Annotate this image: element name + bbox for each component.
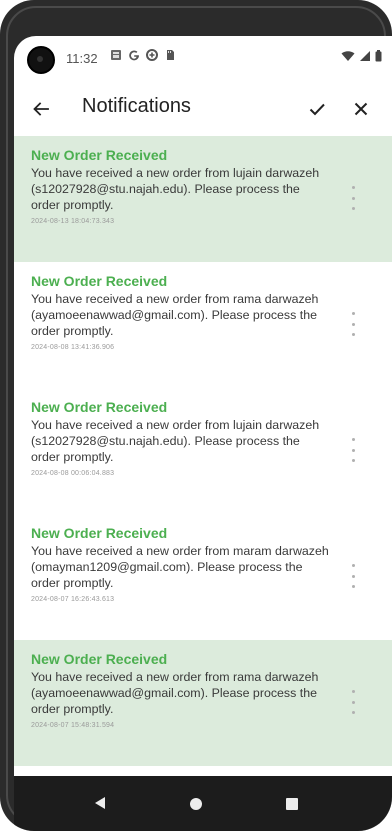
close-icon	[354, 102, 368, 116]
data-saver-icon	[146, 49, 158, 61]
square-recents-icon[interactable]	[286, 798, 298, 810]
notification-body: You have received a new order from rama …	[31, 670, 319, 716]
arrow-back-icon	[33, 102, 49, 116]
front-camera	[27, 46, 55, 74]
status-bar: 11:32	[14, 36, 392, 82]
status-time: 11:32	[66, 51, 98, 66]
phone-frame: 11:32 Notifications New Order Received Y…	[0, 0, 392, 831]
gallery-icon	[111, 50, 121, 60]
back-button[interactable]	[28, 96, 54, 122]
notification-body: You have received a new order from rama …	[31, 292, 319, 338]
page-title: Notifications	[82, 95, 191, 117]
more-options-button[interactable]	[348, 312, 358, 336]
more-vert-icon	[351, 438, 355, 441]
status-notification-icons	[110, 49, 176, 61]
notification-body: You have received a new order from lujai…	[31, 418, 320, 464]
notification-timestamp: 2024-08-07 16:26:43.613	[31, 596, 115, 603]
more-options-button[interactable]	[348, 690, 358, 714]
more-options-button[interactable]	[348, 564, 358, 588]
notification-item[interactable]: New Order Received You have received a n…	[14, 640, 392, 766]
notification-list: New Order Received You have received a n…	[14, 136, 392, 776]
notification-title: New Order Received	[31, 651, 168, 667]
more-vert-icon	[351, 312, 355, 315]
more-vert-icon	[351, 564, 355, 567]
notification-body: You have received a new order from lujai…	[31, 166, 320, 212]
mark-all-read-button[interactable]	[304, 96, 330, 122]
more-options-button[interactable]	[348, 186, 358, 210]
notification-item[interactable]: New Order Received You have received a n…	[14, 388, 392, 514]
screen: 11:32 Notifications New Order Received Y…	[14, 36, 392, 831]
wifi-icon	[341, 51, 355, 61]
clear-all-button[interactable]	[348, 96, 374, 122]
more-options-button[interactable]	[348, 438, 358, 462]
circle-home-icon[interactable]	[190, 798, 202, 810]
notification-timestamp: 2024-08-08 00:06:04.883	[31, 470, 115, 477]
notification-timestamp: 2024-08-07 15:48:31.594	[31, 722, 115, 729]
google-icon	[129, 50, 139, 61]
notification-title: New Order Received	[31, 399, 168, 415]
notification-item[interactable]: New Order Received You have received a n…	[14, 136, 392, 262]
app-bar: Notifications	[14, 82, 392, 136]
triangle-back-icon[interactable]	[94, 796, 106, 810]
more-vert-icon	[351, 690, 355, 693]
notification-title: New Order Received	[31, 147, 168, 163]
notification-timestamp: 2024-08-13 18:04:73.343	[31, 218, 115, 225]
check-icon	[309, 103, 325, 116]
notification-title: New Order Received	[31, 525, 168, 541]
notification-item[interactable]: New Order Received You have received a n…	[14, 262, 392, 388]
signal-icon	[360, 51, 370, 61]
notification-timestamp: 2024-08-08 13:41:36.906	[31, 344, 115, 351]
system-nav-bar	[14, 776, 392, 831]
sd-card-icon	[167, 50, 174, 60]
notification-body: You have received a new order from maram…	[31, 544, 329, 590]
notification-item[interactable]: New Order Received You have received a n…	[14, 514, 392, 640]
notification-title: New Order Received	[31, 273, 168, 289]
status-system-icons	[341, 50, 382, 62]
battery-icon	[375, 50, 382, 62]
more-vert-icon	[351, 186, 355, 189]
